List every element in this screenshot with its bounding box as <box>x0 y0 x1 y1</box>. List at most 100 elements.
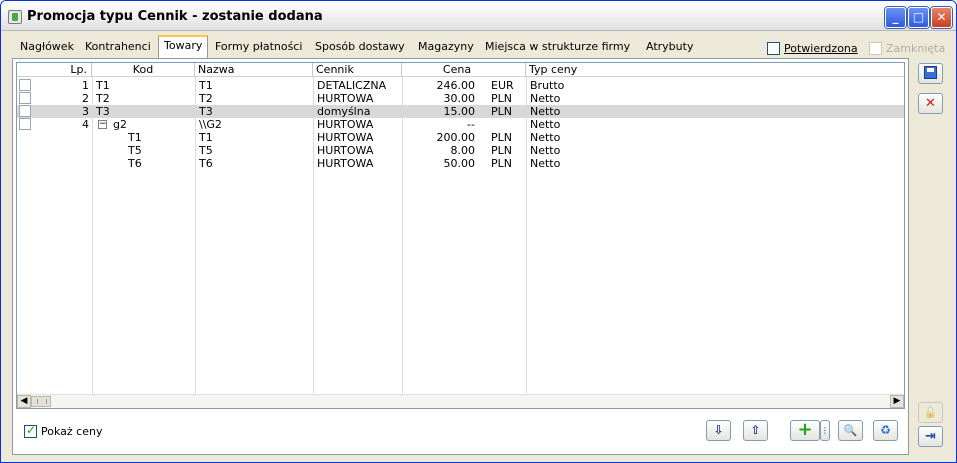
refresh-icon: ♻ <box>880 423 891 437</box>
plus-icon: + <box>797 419 813 440</box>
cancel-button[interactable]: ✕ <box>918 93 943 114</box>
col-nazwa[interactable]: Nazwa <box>195 63 313 77</box>
cell-cennik: HURTOWA <box>317 118 374 131</box>
unlock-button: 🔓 <box>918 402 943 423</box>
refresh-button[interactable]: ♻ <box>873 420 898 441</box>
scroll-right-icon[interactable]: ▶ <box>890 395 904 408</box>
table-row[interactable]: T6 T6 HURTOWA 50.00 PLN Netto <box>17 157 904 170</box>
search-icon: 🔍 <box>843 424 858 437</box>
cell-lp: 4 <box>82 118 89 131</box>
col-cena[interactable]: Cena <box>402 63 526 77</box>
cell-typ-ceny: Brutto <box>530 79 565 92</box>
row-checkbox[interactable] <box>19 79 31 91</box>
cell-typ-ceny: Netto <box>530 92 561 105</box>
cell-cena: 246.00 <box>436 79 476 92</box>
cell-lp <box>37 131 89 144</box>
cell-waluta: PLN <box>491 92 512 105</box>
cell-cennik: HURTOWA <box>317 157 374 170</box>
horizontal-scrollbar[interactable]: ◀ ▶ <box>17 394 904 408</box>
scroll-thumb[interactable] <box>31 396 51 407</box>
cancel-icon: ✕ <box>925 96 936 111</box>
tab-naglowek[interactable]: Nagłówek <box>15 39 79 58</box>
add-options-button[interactable]: ⋮ <box>820 420 830 441</box>
cell-typ-ceny: Netto <box>530 118 561 131</box>
collapse-icon[interactable]: − <box>98 120 107 129</box>
cell-cennik: domyślna <box>317 105 371 118</box>
close-button[interactable]: ✕ <box>931 7 952 28</box>
title-bar[interactable]: Promocja typu Cennik - zostanie dodana _… <box>1 1 956 31</box>
cell-nazwa: T3 <box>199 105 213 118</box>
cell-waluta: PLN <box>491 157 512 170</box>
cell-cena: -- <box>467 118 475 131</box>
col-typ-ceny[interactable]: Typ ceny <box>526 63 904 77</box>
cell-lp: 2 <box>82 92 89 105</box>
scroll-left-icon[interactable]: ◀ <box>17 395 31 408</box>
table-row[interactable]: T1 T1 HURTOWA 200.00 PLN Netto <box>17 131 904 144</box>
cell-waluta: PLN <box>491 131 512 144</box>
move-up-button[interactable]: ⇧ <box>743 420 768 441</box>
pokaz-ceny-label: Pokaż ceny <box>41 425 103 438</box>
potwierdzona-label: Potwierdzona <box>784 42 858 55</box>
window-title: Promocja typu Cennik - zostanie dodana <box>27 9 323 24</box>
pin-button[interactable]: ⇥ <box>918 426 943 447</box>
potwierdzona-checkbox[interactable]: Potwierdzona <box>767 42 858 55</box>
cell-lp: 1 <box>82 79 89 92</box>
minimize-button[interactable]: _ <box>885 7 906 28</box>
col-lp[interactable]: Lp. <box>17 63 92 77</box>
pokaz-ceny-checkbox[interactable]: Pokaż ceny <box>24 423 103 438</box>
app-icon <box>8 10 22 24</box>
add-button[interactable]: + <box>790 420 820 441</box>
save-button[interactable] <box>918 63 943 84</box>
table-row[interactable]: 4− g2 \\G2 HURTOWA -- Netto <box>17 118 904 131</box>
tab-sposob-dostawy[interactable]: Sposób dostawy <box>310 39 410 58</box>
col-kod[interactable]: Kod <box>92 63 195 77</box>
table-row[interactable]: 3 T3 T3 domyślna 15.00 PLN Netto <box>17 105 904 118</box>
cell-cennik: HURTOWA <box>317 144 374 157</box>
pin-icon: ⇥ <box>925 429 936 444</box>
tab-magazyny[interactable]: Magazyny <box>413 39 479 58</box>
lock-icon: 🔓 <box>923 406 938 419</box>
cell-cennik: HURTOWA <box>317 131 374 144</box>
move-up-icon: ⇧ <box>750 423 761 437</box>
table-row[interactable]: 1 T1 T1 DETALICZNA 246.00 EUR Brutto <box>17 79 904 92</box>
cell-waluta: PLN <box>491 105 512 118</box>
cell-cena: 15.00 <box>443 105 476 118</box>
tab-formy-platnosci[interactable]: Formy płatności <box>210 39 308 58</box>
cell-typ-ceny: Netto <box>530 105 561 118</box>
search-button[interactable]: 🔍 <box>838 420 863 441</box>
cell-lp <box>37 144 89 157</box>
pokaz-ceny-box[interactable] <box>24 423 37 438</box>
products-grid[interactable]: Lp. Kod Nazwa Cennik Cena Typ ceny 1 T1 T1… <box>16 62 905 409</box>
cell-lp: 3 <box>82 105 89 118</box>
cell-nazwa: T1 <box>199 79 213 92</box>
tab-towary[interactable]: Towary <box>158 35 209 59</box>
cell-waluta: PLN <box>491 144 512 157</box>
tab-atrybuty[interactable]: Atrybuty <box>641 39 699 58</box>
zamknieta-label: Zamknięta <box>886 42 946 55</box>
cell-cena: 50.00 <box>443 157 476 170</box>
table-row[interactable]: T5 T5 HURTOWA 8.00 PLN Netto <box>17 144 904 157</box>
tab-miejsca-w-strukturze[interactable]: Miejsca w strukturze firmy <box>480 39 636 58</box>
row-checkbox[interactable] <box>19 92 31 104</box>
col-cennik[interactable]: Cennik <box>313 63 402 77</box>
potwierdzona-box[interactable] <box>767 42 780 55</box>
cell-nazwa: T5 <box>199 144 213 157</box>
move-down-button[interactable]: ⇩ <box>706 420 731 441</box>
cell-nazwa: \\G2 <box>199 118 222 131</box>
maximize-button[interactable]: □ <box>908 7 929 28</box>
cell-cena: 8.00 <box>450 144 476 157</box>
row-checkbox[interactable] <box>19 105 31 117</box>
table-row[interactable]: 2 T2 T2 HURTOWA 30.00 PLN Netto <box>17 92 904 105</box>
tab-kontrahenci[interactable]: Kontrahenci <box>80 39 156 58</box>
cell-kod: T2 <box>96 92 110 105</box>
cell-kod: g2 <box>113 118 127 131</box>
cell-lp <box>37 157 89 170</box>
cell-waluta <box>491 118 521 131</box>
cell-kod: T3 <box>96 105 110 118</box>
cell-cena: 30.00 <box>443 92 476 105</box>
row-checkbox[interactable] <box>19 118 31 130</box>
cell-typ-ceny: Netto <box>530 131 561 144</box>
grid-header: Lp. Kod Nazwa Cennik Cena Typ ceny <box>17 63 904 77</box>
promotion-window: Promocja typu Cennik - zostanie dodana _… <box>0 0 957 463</box>
dots-icon: ⋮ <box>821 426 829 435</box>
